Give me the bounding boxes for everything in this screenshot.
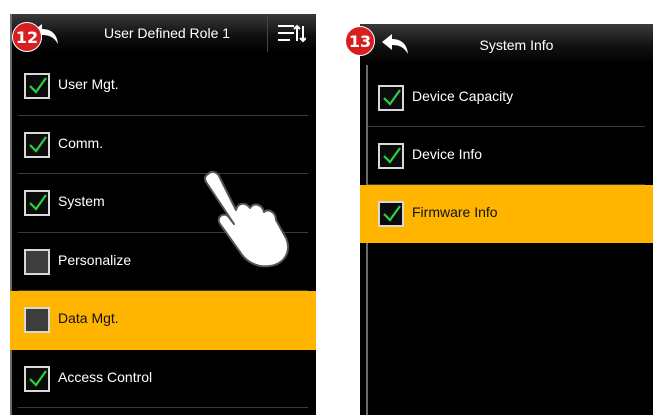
checkbox[interactable] (24, 131, 50, 158)
checkbox[interactable] (24, 73, 50, 99)
checkbox[interactable] (378, 201, 404, 227)
checkmark-icon (29, 369, 47, 387)
list-item-label: Personalize (58, 251, 132, 268)
right-screen: System Info Device Capacity Device Info Fi… (360, 24, 653, 415)
list-item-label: Data Mgt. (58, 310, 119, 326)
back-arrow-icon (382, 34, 408, 54)
step-badge: 13 (345, 26, 375, 56)
checkbox[interactable] (24, 307, 50, 333)
header-bar: User Defined Role 1 (10, 14, 316, 52)
header-bar: System Info (360, 24, 653, 65)
list-item-label: Device Info (412, 146, 483, 162)
list-item-label: Access Control (58, 368, 153, 385)
list-item[interactable]: Device Info (360, 127, 653, 185)
checkbox[interactable] (378, 85, 404, 111)
list-item-label: Firmware Info (412, 204, 498, 220)
checkbox[interactable] (24, 365, 50, 392)
list-item[interactable]: Access Control (10, 350, 316, 408)
step-badge: 12 (12, 22, 42, 52)
row-divider (18, 407, 308, 408)
checkmark-icon (383, 89, 401, 106)
checkmark-icon (383, 147, 401, 164)
sort-menu-icon (278, 24, 306, 43)
checkbox[interactable] (24, 248, 50, 275)
list-item-label: Device Capacity (412, 88, 514, 104)
list-item[interactable]: Comm. (10, 116, 316, 174)
checkmark-icon (29, 77, 47, 94)
list-item-label: System (58, 193, 105, 209)
list-item-label: Comm. (58, 134, 104, 151)
sort-menu-button[interactable] (267, 14, 316, 52)
checkbox[interactable] (24, 190, 50, 216)
page-title: User Defined Role 1 (103, 25, 231, 41)
hand-pointer-icon (203, 170, 289, 268)
list-item[interactable]: Device Capacity (360, 69, 653, 127)
list-item[interactable]: Data Mgt. (10, 291, 316, 350)
list-item[interactable]: Firmware Info (360, 185, 653, 243)
checkbox[interactable] (378, 143, 404, 169)
list-item-label: User Mgt. (58, 76, 119, 92)
checkmark-icon (29, 194, 47, 211)
list-item[interactable]: User Mgt. (10, 57, 316, 116)
page-title: System Info (479, 36, 554, 53)
checkmark-icon (383, 205, 401, 222)
checkmark-icon (29, 135, 47, 153)
